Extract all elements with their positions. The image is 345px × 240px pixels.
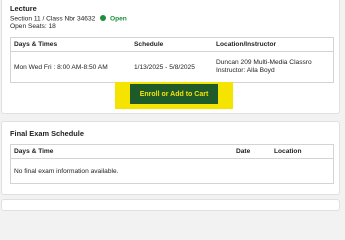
no-final-exam-message: No final exam information available. xyxy=(14,167,119,175)
column-date: Date xyxy=(233,144,271,159)
table-row: Mon Wed Fri : 8:00 AM-8:50 AM 1/13/2025 … xyxy=(11,52,334,83)
column-schedule: Schedule xyxy=(131,37,213,52)
final-exam-table: Days & Time Date Location No final exam … xyxy=(10,144,334,184)
column-location-instructor: Location/Instructor xyxy=(213,37,334,52)
section-class-number: Section 11 / Class Nbr 34632 xyxy=(10,15,96,23)
final-exam-card: Final Exam Schedule Days & Time Date Loc… xyxy=(1,121,340,195)
open-seats: Open Seats: 18 xyxy=(10,22,56,30)
column-days-times: Days & Times xyxy=(10,37,131,52)
lecture-schedule-table: Days & Times Schedule Location/Instructo… xyxy=(10,37,334,83)
days-times-cell: Mon Wed Fri : 8:00 AM-8:50 AM xyxy=(14,63,108,71)
final-exam-heading: Final Exam Schedule xyxy=(10,129,84,138)
section-info: Section 11 / Class Nbr 34632 Open xyxy=(10,15,127,23)
column-location: Location xyxy=(271,144,334,159)
open-status-icon xyxy=(100,15,107,21)
table-header-row: Days & Time Date Location xyxy=(10,144,334,159)
next-section-card xyxy=(1,199,340,211)
table-row: No final exam information available. xyxy=(11,159,334,184)
schedule-cell: 1/13/2025 - 5/8/2025 xyxy=(134,63,195,71)
lecture-heading: Lecture xyxy=(10,4,37,13)
column-days-time: Days & Time xyxy=(10,144,233,159)
instructor-text: Instructor: Alla Boyd xyxy=(216,67,275,74)
location-instructor-cell: Duncan 209 Multi-Media Classro Instructo… xyxy=(213,52,334,83)
table-header-row: Days & Times Schedule Location/Instructo… xyxy=(10,37,334,52)
lecture-section-card: Lecture Section 11 / Class Nbr 34632 Ope… xyxy=(1,0,340,114)
enroll-or-add-to-cart-button[interactable]: Enroll or Add to Cart xyxy=(130,84,218,104)
status-badge: Open xyxy=(109,15,127,23)
location-text: Duncan 209 Multi-Media Classro xyxy=(216,59,312,67)
